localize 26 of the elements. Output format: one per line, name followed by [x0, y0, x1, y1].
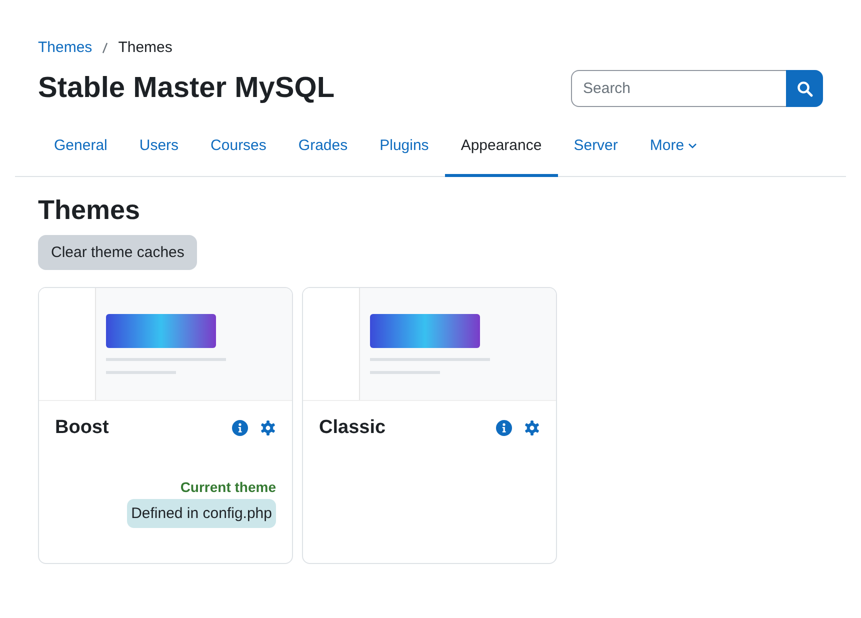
breadcrumb-current: Themes	[118, 39, 172, 56]
info-icon[interactable]	[232, 420, 248, 436]
settings-icon[interactable]	[524, 420, 540, 436]
nav-tab[interactable]: Appearance	[444, 123, 558, 177]
caret-icon	[688, 142, 698, 148]
nav-tab[interactable]: Courses	[194, 123, 282, 177]
search-button[interactable]	[786, 70, 823, 107]
theme-name: Classic	[319, 417, 386, 439]
info-icon[interactable]	[496, 420, 512, 436]
config-note-badge: Defined in config.php	[127, 499, 276, 528]
current-theme-label: Current theme	[180, 479, 276, 495]
nav-tab[interactable]: Server	[558, 123, 634, 177]
nav-tab[interactable]: Users	[123, 123, 195, 177]
settings-icon[interactable]	[260, 420, 276, 436]
search-icon	[796, 80, 812, 96]
breadcrumb-link[interactable]: Themes	[38, 39, 92, 56]
nav-tab[interactable]: Grades	[282, 123, 364, 177]
site-title: Stable Master MySQL	[38, 72, 335, 105]
theme-name: Boost	[55, 417, 109, 439]
nav-tab[interactable]: Plugins	[364, 123, 445, 177]
clear-caches-button[interactable]: Clear theme caches	[38, 235, 198, 270]
nav-tab[interactable]: More	[634, 123, 714, 177]
search-field[interactable]: Search	[571, 70, 786, 107]
page-heading: Themes	[38, 195, 142, 226]
nav-tab[interactable]: General	[38, 123, 124, 177]
breadcrumb-separator	[102, 42, 108, 54]
